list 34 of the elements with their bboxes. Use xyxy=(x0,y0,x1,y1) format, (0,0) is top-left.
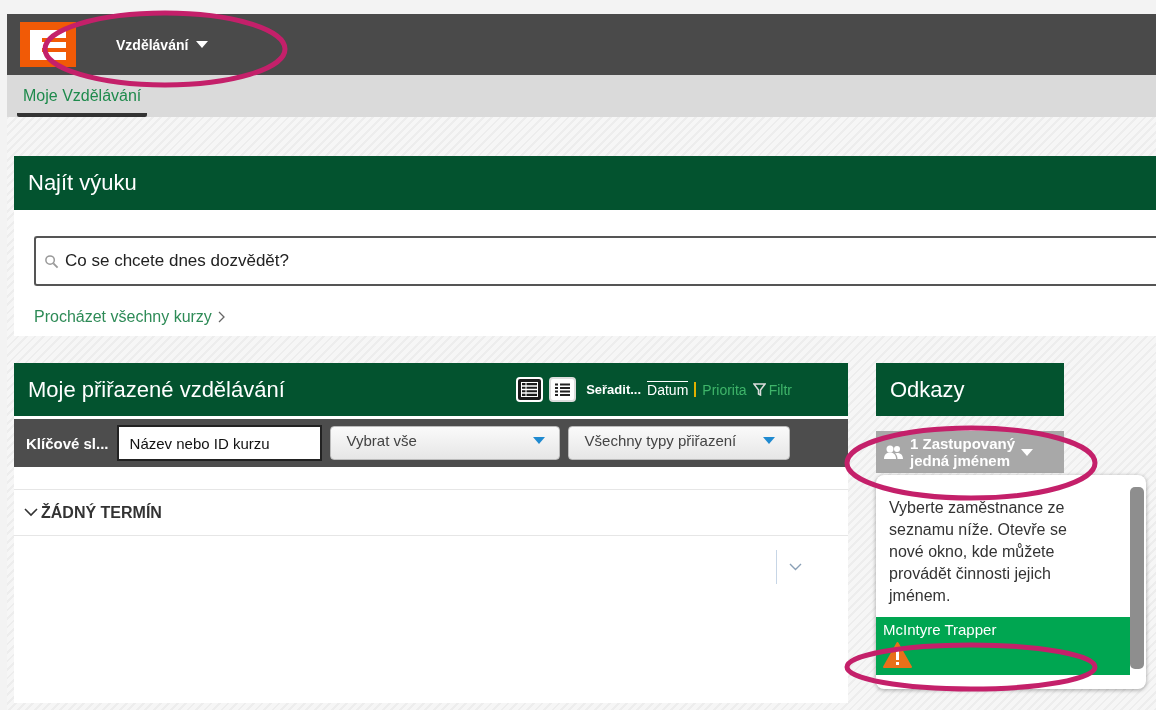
search-icon xyxy=(44,253,59,269)
list-icon xyxy=(554,382,572,397)
caret-icon xyxy=(1021,448,1034,456)
filter-dropdown[interactable]: Všechny typy přiřazení xyxy=(567,426,790,460)
keyword-box[interactable]: Název nebo ID kurzu xyxy=(116,425,322,461)
employee-item[interactable]: McIntyre Trapper xyxy=(876,617,1130,675)
filter-dropdown[interactable]: Vybrat vše xyxy=(329,426,560,460)
list-view-button[interactable] xyxy=(549,377,577,402)
keyword-label: Klíčové sl... xyxy=(26,434,109,452)
table-view-button[interactable] xyxy=(516,377,544,402)
card-title: Najít výuku xyxy=(14,156,1156,210)
card-title: Moje přiřazené vzdělávání xyxy=(28,376,285,403)
chevron-icon xyxy=(217,311,226,323)
sort-option[interactable]: Datum xyxy=(647,381,689,398)
browse-link[interactable]: Procházet všechny kurzy xyxy=(34,308,226,326)
caret-icon xyxy=(196,41,209,48)
card-title: Odkazy xyxy=(876,363,1064,416)
chevron-icon xyxy=(24,508,38,517)
menu-dropdown[interactable]: Vzdělávání xyxy=(116,36,209,53)
filter-icon xyxy=(752,383,766,396)
table-icon xyxy=(521,382,539,397)
scrollbar[interactable] xyxy=(1130,487,1144,669)
section-toggle[interactable]: ŽÁDNÝ TERMÍN xyxy=(24,503,162,522)
search-box[interactable]: Co se chcete dnes dozvědět? xyxy=(34,236,1156,286)
search-field[interactable]: Co se chcete dnes dozvědět? xyxy=(63,250,1156,272)
caret-icon xyxy=(532,436,545,444)
proxy-dropdown[interactable]: 1 Zastupovaný jedná jménem xyxy=(876,431,1064,473)
people-icon xyxy=(884,445,904,459)
popup-text: Vyberte zaměstnance ze seznamu níže. Otevře se nové okno, kde můžete provádět činnosti jejich jménem. xyxy=(887,498,1068,606)
filter-button[interactable]: Filtr xyxy=(752,381,792,398)
sort-option[interactable]: Priorita xyxy=(702,381,747,398)
sort-label: Seřadit... xyxy=(586,382,642,397)
chevron-icon[interactable] xyxy=(789,563,802,571)
caret-icon xyxy=(762,436,775,444)
